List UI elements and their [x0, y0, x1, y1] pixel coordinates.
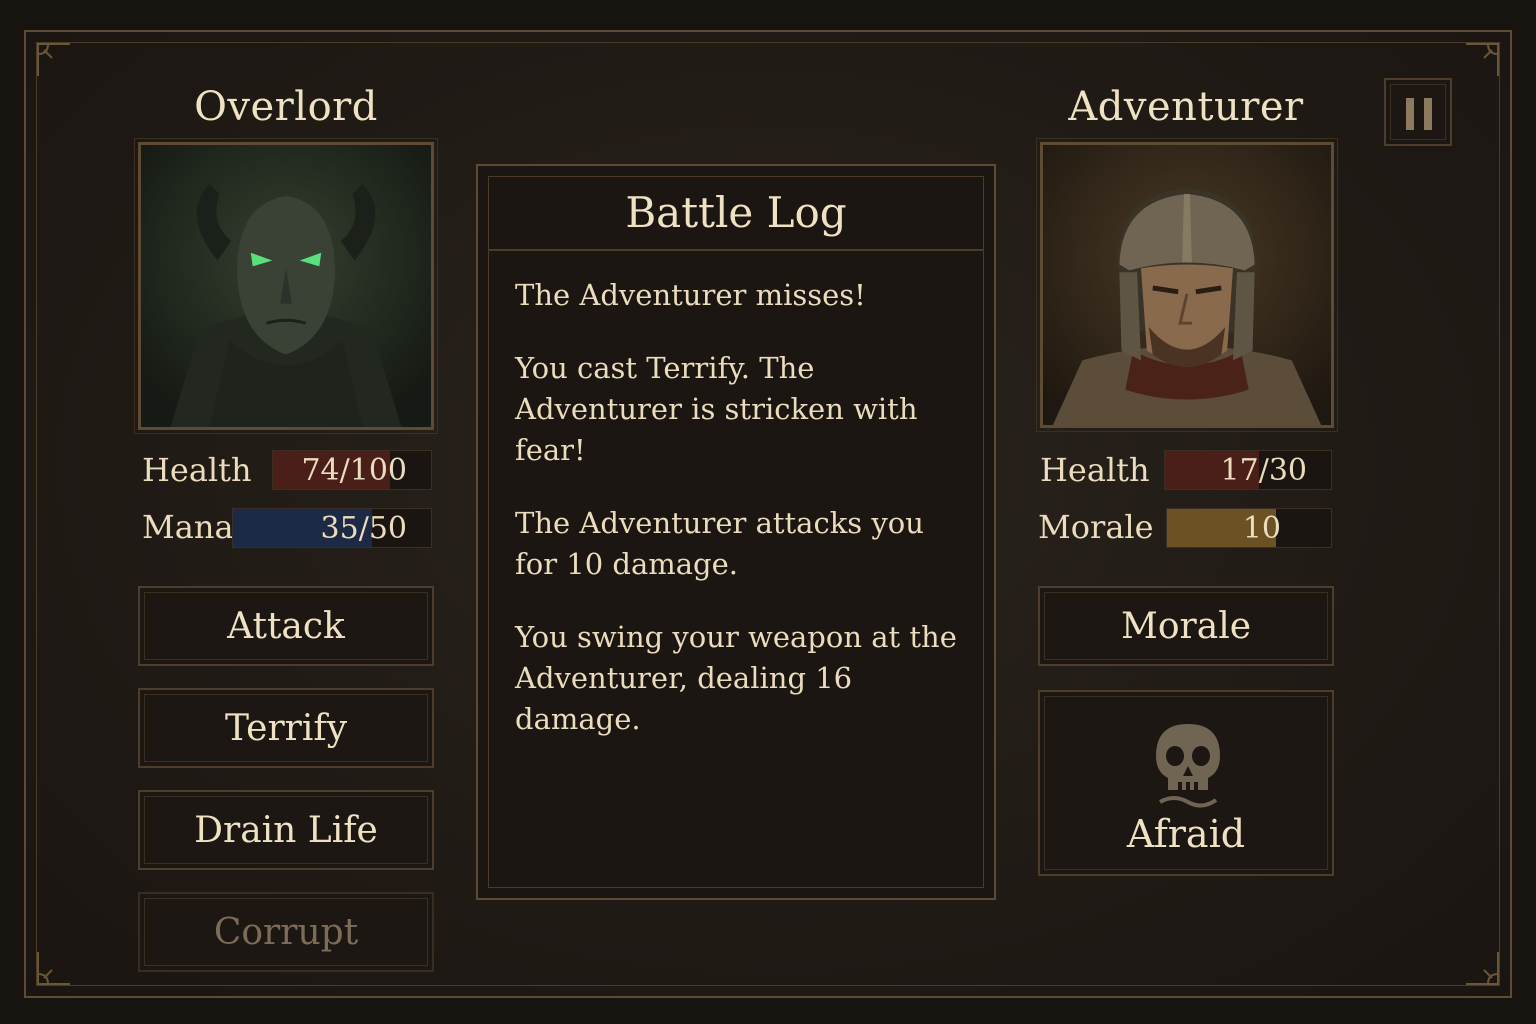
log-entry: The Adventurer attacks you for 10 damage…: [515, 506, 924, 581]
overlord-portrait: [134, 138, 438, 434]
overlord-mana-value: 35/50: [320, 511, 407, 546]
adventurer-name: Adventurer: [1068, 84, 1304, 130]
helmeted-knight-portrait-icon: [1043, 145, 1331, 425]
overlord-health-label: Health: [142, 451, 252, 489]
attack-button[interactable]: Attack: [138, 586, 434, 666]
log-entry: The Adventurer misses!: [515, 278, 866, 312]
afraid-status-panel: Afraid: [1038, 690, 1334, 876]
pause-icon: [1406, 98, 1414, 130]
adventurer-morale-value: 10: [1242, 511, 1281, 546]
overlord-health-bar: 74/100: [272, 450, 432, 490]
overlord-mana-label: Mana: [142, 508, 234, 546]
corner-ornament-icon: [34, 948, 74, 988]
morale-button[interactable]: Morale: [1038, 586, 1334, 666]
overlord-mana-bar: 35/50: [232, 508, 432, 548]
adventurer-portrait: [1036, 138, 1338, 432]
drain-life-button[interactable]: Drain Life: [138, 790, 434, 870]
log-entry: You swing your weapon at the Adventurer,…: [515, 620, 957, 736]
adventurer-health-bar: 17/30: [1164, 450, 1332, 490]
battle-log-title: Battle Log: [489, 177, 983, 251]
pause-icon-bar: [1424, 98, 1432, 130]
corner-ornament-icon: [1462, 948, 1502, 988]
adventurer-health-value: 17/30: [1220, 453, 1307, 488]
overlord-health-value: 74/100: [301, 453, 407, 488]
afraid-status-label: Afraid: [1126, 812, 1246, 856]
adventurer-health-label: Health: [1040, 451, 1150, 489]
corner-ornament-icon: [34, 40, 74, 80]
adventurer-morale-label: Morale: [1038, 508, 1154, 546]
adventurer-morale-bar: 10: [1166, 508, 1332, 548]
corner-ornament-icon: [1462, 40, 1502, 80]
pause-button[interactable]: [1384, 78, 1452, 146]
battle-log-panel: Battle Log The Adventurer misses! You ca…: [476, 164, 996, 900]
battle-log-entries: The Adventurer misses! You cast Terrify.…: [515, 275, 963, 772]
demon-overlord-portrait-icon: [141, 145, 431, 427]
battle-log-inner: Battle Log The Adventurer misses! You ca…: [488, 176, 984, 888]
corrupt-button[interactable]: Corrupt: [138, 892, 434, 972]
log-entry: You cast Terrify. The Adventurer is stri…: [515, 351, 918, 467]
terrify-button[interactable]: Terrify: [138, 688, 434, 768]
overlord-name: Overlord: [194, 84, 378, 130]
skull-icon: [1156, 724, 1220, 808]
